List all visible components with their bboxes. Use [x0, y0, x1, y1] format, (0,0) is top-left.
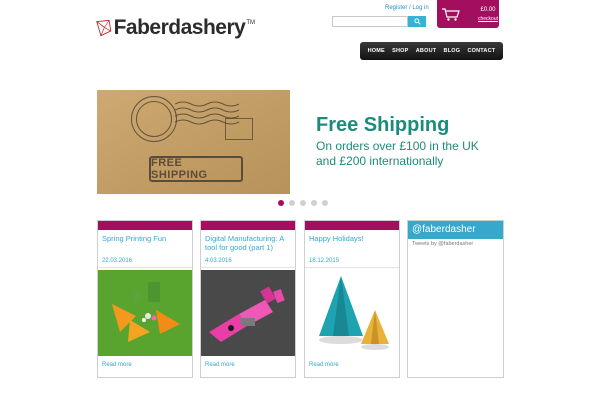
search-input[interactable] [332, 16, 408, 27]
twitter-sub-link[interactable]: Tweets by @faberdasher [408, 239, 503, 249]
envelope-image: FREE SHIPPING [97, 90, 290, 194]
nav-contact[interactable]: CONTACT [467, 48, 495, 54]
card-header-bar [98, 221, 192, 230]
post-date: 22.03.2016 [98, 256, 192, 268]
banner-line-2: and £200 internationally [316, 154, 444, 168]
search-button[interactable] [408, 16, 426, 27]
postmark-inner-ring [136, 101, 172, 137]
prosthetic-hand-illustration [201, 270, 295, 356]
search-bar [332, 16, 426, 27]
slider-dots [278, 200, 328, 206]
post-image-prosthetic-hand[interactable] [201, 270, 295, 356]
page: Faberdashery TM Register / Log in £0.00 … [0, 0, 600, 400]
nav-home[interactable]: HOME [368, 48, 385, 54]
slider-dot-5[interactable] [322, 200, 328, 206]
post-card-2: Digital Manufacturing: A tool for good (… [200, 220, 296, 378]
logo-trademark: TM [246, 20, 255, 26]
search-icon [413, 18, 421, 25]
nav-about[interactable]: ABOUT [416, 48, 437, 54]
free-shipping-stamp: FREE SHIPPING [149, 156, 243, 182]
register-login-link[interactable]: Register / Log in [385, 5, 429, 11]
read-more-link[interactable]: Read more [98, 356, 192, 368]
hero-banner[interactable]: FREE SHIPPING Free Shipping On orders ov… [97, 70, 503, 194]
printed-trees-illustration [305, 270, 399, 356]
twitter-handle[interactable]: @faberdasher [408, 221, 503, 239]
post-title[interactable]: Spring Printing Fun [98, 230, 192, 256]
post-card-3: Happy Holidays! 18.12.2015 Read more [304, 220, 400, 378]
small-stamp [225, 118, 253, 140]
auth-link-text[interactable]: Register / Log in [385, 5, 429, 11]
slider-dot-4[interactable] [311, 200, 317, 206]
post-image-trees[interactable] [305, 270, 399, 356]
post-date: 4.03.2016 [201, 256, 295, 268]
carrots-illustration [98, 270, 192, 356]
card-header-bar [201, 221, 295, 230]
logo-text: Faberdashery [113, 16, 246, 39]
post-date: 18.12.2015 [305, 256, 399, 268]
cart-amount: £0.00 [480, 6, 496, 13]
post-title[interactable]: Happy Holidays! [305, 230, 399, 256]
card-header-bar [305, 221, 399, 230]
main-nav: HOME SHOP ABOUT BLOG CONTACT [360, 42, 503, 60]
nav-shop[interactable]: SHOP [392, 48, 408, 54]
cart-icon [442, 7, 460, 21]
read-more-link[interactable]: Read more [201, 356, 295, 368]
nav-blog[interactable]: BLOG [444, 48, 461, 54]
read-more-link[interactable]: Read more [305, 356, 399, 368]
banner-line-1: On orders over £100 in the UK [316, 139, 479, 153]
faberdashery-logo-icon [96, 19, 112, 37]
post-image-carrots[interactable] [98, 270, 192, 356]
post-title[interactable]: Digital Manufacturing: A tool for good (… [201, 230, 295, 256]
slider-dot-3[interactable] [300, 200, 306, 206]
banner-title: Free Shipping [316, 114, 450, 136]
checkout-link[interactable]: checkout [478, 16, 498, 22]
post-card-1: Spring Printing Fun 22.03.2016 Read more [97, 220, 193, 378]
slider-dot-2[interactable] [289, 200, 295, 206]
cart-widget[interactable]: £0.00 checkout [437, 0, 499, 28]
postmark-stamp [131, 96, 177, 142]
logo[interactable]: Faberdashery TM [95, 12, 255, 44]
twitter-widget: @faberdasher Tweets by @faberdasher [407, 220, 504, 378]
cart-info: £0.00 checkout [478, 7, 498, 22]
slider-dot-1[interactable] [278, 200, 284, 206]
